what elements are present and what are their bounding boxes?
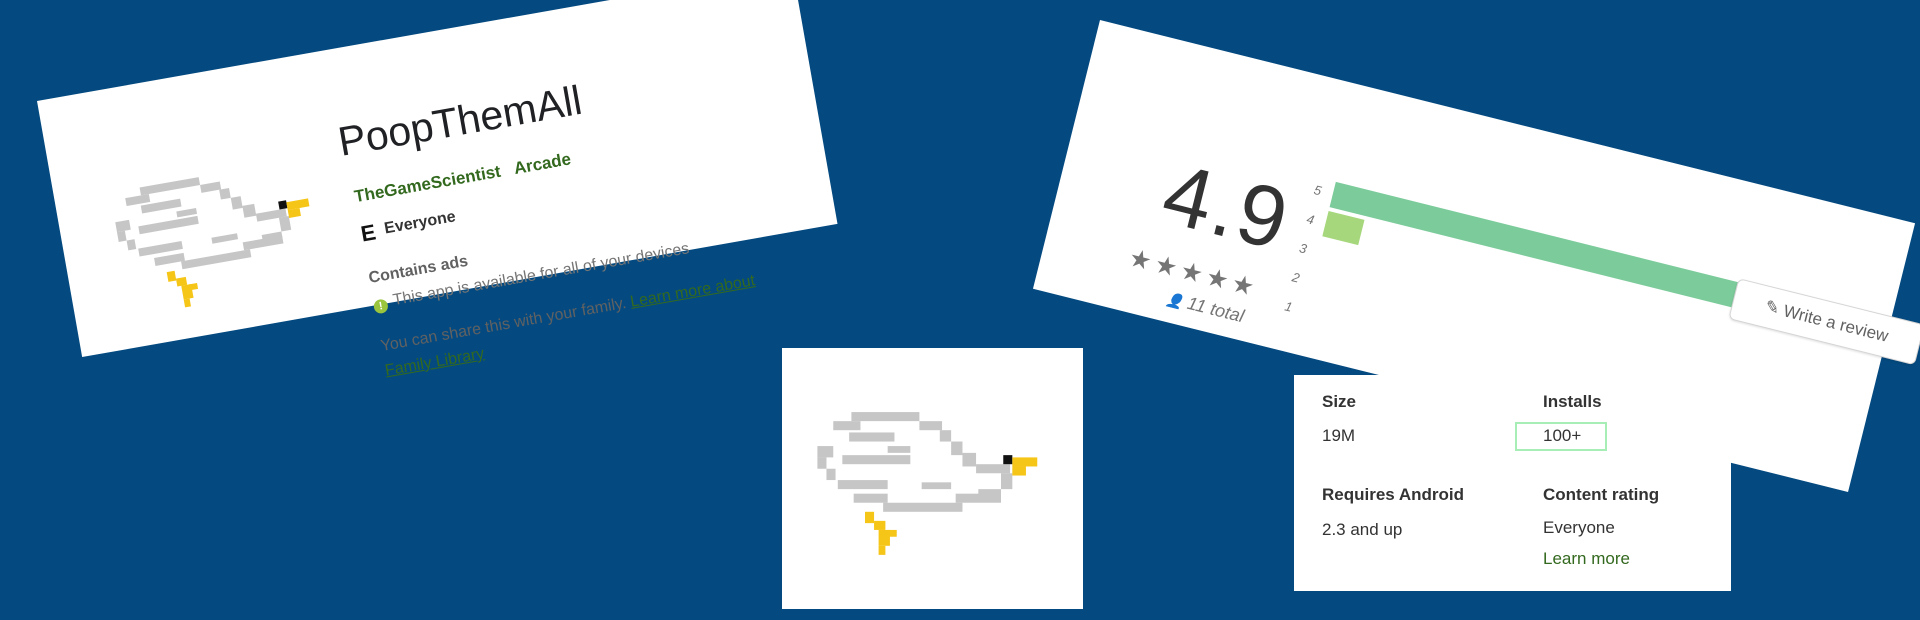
additional-info-card: Size 19M Installs 100+ Requires Android … xyxy=(1294,375,1731,591)
info-icon: ! xyxy=(372,298,390,315)
content-rating-heading: Content rating xyxy=(1543,485,1660,504)
pencil-icon: ✎ xyxy=(1763,296,1782,319)
requires-android-label: Requires Android xyxy=(1322,485,1464,504)
rating-bar-5 xyxy=(1329,181,1783,319)
rating-bar-label: 4 xyxy=(1305,211,1316,228)
content-rating-value: Everyone xyxy=(1543,518,1615,537)
write-review-button[interactable]: ✎ Write a review xyxy=(1728,278,1920,366)
content-rating-label: Everyone xyxy=(383,208,457,238)
seagull-app-icon xyxy=(115,177,310,308)
app-icon-card xyxy=(782,348,1083,609)
developer-link[interactable]: TheGameScientist xyxy=(353,162,503,207)
esrb-everyone-icon: E xyxy=(358,219,378,247)
installs-label: Installs xyxy=(1543,392,1602,411)
size-value: 19M xyxy=(1322,426,1356,445)
person-icon: 👤 xyxy=(1164,290,1186,311)
rating-bar-row-3: 3 xyxy=(1284,232,1309,257)
rating-bar-label: 2 xyxy=(1290,269,1302,286)
rating-bar-row-5: 5 xyxy=(1299,174,1783,319)
write-review-label: Write a review xyxy=(1781,301,1891,346)
installs-value: 100+ xyxy=(1543,426,1582,445)
rating-bar-4 xyxy=(1322,210,1365,246)
category-link[interactable]: Arcade xyxy=(512,149,572,179)
rating-bar-row-4: 4 xyxy=(1291,203,1365,246)
rating-bar-label: 1 xyxy=(1283,298,1294,315)
rating-bar-label: 5 xyxy=(1312,182,1323,199)
learn-more-link[interactable]: Learn more xyxy=(1543,549,1630,569)
requires-android-value: 2.3 and up xyxy=(1322,520,1403,539)
rating-bar-label: 3 xyxy=(1297,240,1309,257)
average-rating: 4.9 xyxy=(1153,145,1299,269)
size-label: Size xyxy=(1322,392,1357,411)
learn-more-about-link[interactable]: Learn more about xyxy=(629,272,756,311)
rating-bar-row-1: 1 xyxy=(1269,291,1294,316)
rating-bar-row-2: 2 xyxy=(1277,261,1302,286)
app-header-card: PoopThemAll TheGameScientist Arcade E Ev… xyxy=(37,0,838,380)
seagull-large-icon xyxy=(817,412,1038,555)
